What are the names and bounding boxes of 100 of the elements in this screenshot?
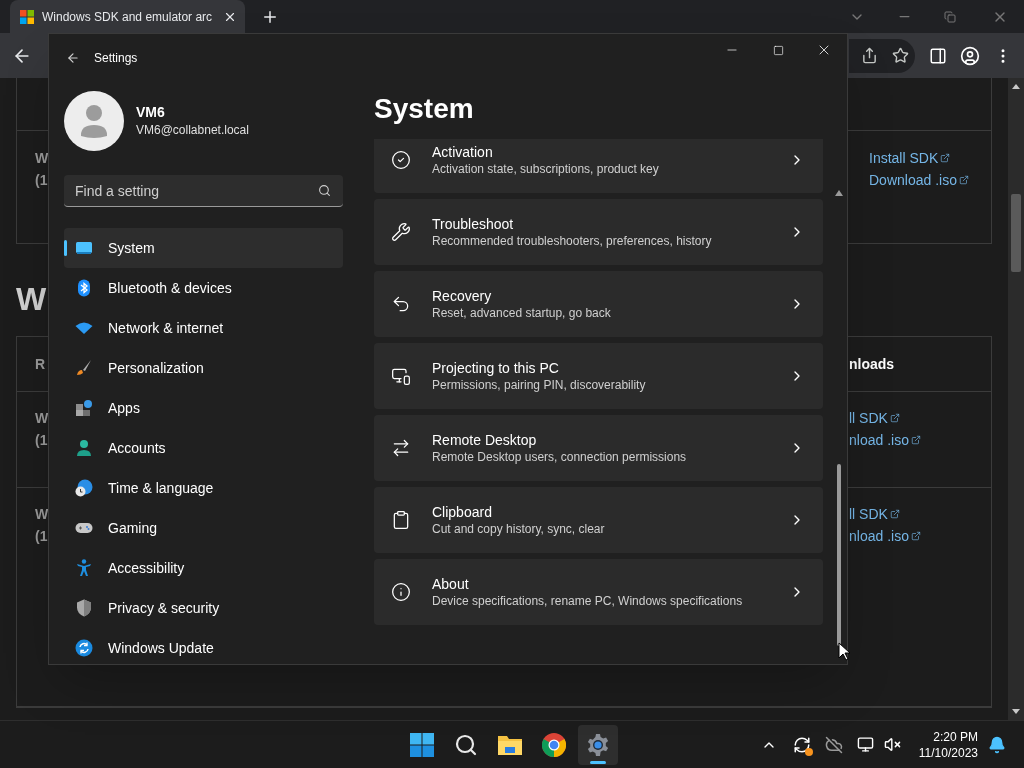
monitor-icon <box>75 239 93 257</box>
mouse-cursor-icon <box>838 642 850 661</box>
card-title: Troubleshoot <box>432 214 514 233</box>
browser-tab[interactable]: Windows SDK and emulator arc <box>10 0 245 33</box>
new-tab-icon[interactable] <box>261 8 279 26</box>
nav-item[interactable]: Time & language <box>64 468 343 508</box>
muted-speaker-icon[interactable] <box>883 736 901 753</box>
settings-card[interactable]: Projecting to this PC Permissions, pairing PIN, discoverability <box>374 343 823 409</box>
scroll-up-icon[interactable] <box>835 190 843 196</box>
accessibility-icon <box>75 559 93 577</box>
user-email: VM6@collabnet.local <box>136 122 249 139</box>
refresh-icon <box>75 639 93 657</box>
settings-card[interactable]: Troubleshoot Recommended troubleshooters, preferences, history <box>374 199 823 265</box>
table-cell-text: (1 <box>35 431 48 450</box>
card-title: Projecting to this PC <box>432 358 559 377</box>
notification-icon[interactable] <box>988 735 1006 754</box>
nav-item[interactable]: Network & internet <box>64 308 343 348</box>
clock[interactable]: 2:20 PM 11/10/2023 <box>918 728 978 761</box>
avatar-icon <box>64 91 124 151</box>
settings-card[interactable]: Recovery Reset, advanced startup, go back <box>374 271 823 337</box>
external-link[interactable]: nload .iso <box>849 525 921 547</box>
scrollbar-thumb[interactable] <box>837 464 841 646</box>
nav-item[interactable]: Apps <box>64 388 343 428</box>
column-header: R <box>35 354 46 374</box>
table-cell-text: W <box>35 409 49 428</box>
page-heading: System <box>374 92 474 126</box>
scrollbar[interactable] <box>836 190 842 646</box>
external-link[interactable]: ll SDK <box>849 503 900 525</box>
address-bar[interactable] <box>849 38 915 73</box>
nav-item[interactable]: System <box>64 228 343 268</box>
chrome-icon <box>542 732 566 757</box>
external-link-icon <box>958 175 969 185</box>
external-link[interactable]: Download .iso <box>869 169 969 191</box>
nav-item[interactable]: Privacy & security <box>64 588 343 628</box>
external-link-icon <box>910 435 921 445</box>
side-panel-icon[interactable] <box>929 46 947 65</box>
nav-item[interactable]: Bluetooth & devices <box>64 268 343 308</box>
globe-clock-icon <box>75 479 93 497</box>
settings-card[interactable]: Clipboard Cut and copy history, sync, clear <box>374 487 823 553</box>
search-field[interactable]: Find a setting <box>64 175 343 207</box>
paintbrush-icon <box>75 359 93 377</box>
external-link[interactable]: ll SDK <box>849 407 900 429</box>
back-icon[interactable] <box>66 51 80 65</box>
cloud-off-icon[interactable] <box>824 735 843 754</box>
search-icon[interactable] <box>318 184 331 197</box>
bluetooth-icon <box>75 279 93 297</box>
column-header: nloads <box>849 354 896 374</box>
maximize-icon <box>772 44 784 56</box>
scrollbar[interactable] <box>1008 78 1024 720</box>
table-cell-text: (1 <box>35 527 48 546</box>
sync-icon[interactable] <box>792 735 811 754</box>
card-title: Remote Desktop <box>432 430 537 449</box>
nav-item[interactable]: Personalization <box>64 348 343 388</box>
windows-logo-icon <box>410 732 434 757</box>
person-icon <box>75 439 93 457</box>
card-title: Recovery <box>432 286 492 305</box>
nav-item[interactable]: Accounts <box>64 428 343 468</box>
nav-item[interactable]: Windows Update <box>64 628 343 664</box>
wrench-icon <box>391 222 411 242</box>
gear-icon <box>586 732 610 757</box>
check-circle-icon <box>391 150 411 170</box>
settings-card[interactable]: Remote Desktop Remote Desktop users, connection permissions <box>374 415 823 481</box>
arrows-icon <box>391 438 411 458</box>
apps-icon <box>75 399 93 417</box>
card-title: About <box>432 574 469 593</box>
settings-card[interactable]: Activation Activation state, subscriptions, product key <box>374 139 823 193</box>
external-link-icon <box>889 509 900 519</box>
share-icon[interactable] <box>861 47 878 64</box>
table-cell-text: W <box>35 505 49 524</box>
taskbar-app[interactable] <box>578 724 618 765</box>
scroll-down-icon[interactable] <box>1012 709 1020 714</box>
scrollbar-thumb[interactable] <box>1011 194 1021 272</box>
devices-icon <box>391 366 411 386</box>
external-link-icon <box>940 153 951 163</box>
star-icon[interactable] <box>892 47 909 64</box>
scroll-up-icon[interactable] <box>1012 84 1020 89</box>
card-description: Recommended troubleshooters, preferences, history <box>432 232 712 250</box>
undo-arrow-icon <box>391 294 411 314</box>
card-description: Permissions, pairing PIN, discoverability <box>432 376 646 394</box>
section-heading: W <box>16 280 47 319</box>
table-cell-text: (1 <box>35 171 48 190</box>
external-link[interactable]: nload .iso <box>849 429 921 451</box>
card-title: Activation <box>432 142 493 161</box>
tab-title: Windows SDK and emulator arc <box>42 8 214 26</box>
shield-icon <box>75 599 93 617</box>
window-title: Settings <box>94 50 138 67</box>
search-icon <box>454 732 478 757</box>
network-icon[interactable] <box>856 736 874 753</box>
card-description: Reset, advanced startup, go back <box>432 304 611 322</box>
profile-icon[interactable] <box>960 45 980 66</box>
restore-icon[interactable] <box>944 10 956 23</box>
clipboard-icon <box>391 510 411 530</box>
nav-item[interactable]: Gaming <box>64 508 343 548</box>
external-link-icon <box>910 531 921 541</box>
card-description: Activation state, subscriptions, product key <box>432 160 659 178</box>
nav-item[interactable]: Accessibility <box>64 548 343 588</box>
settings-card[interactable]: About Device specifications, rename PC, Windows specifications <box>374 559 823 625</box>
card-description: Device specifications, rename PC, Windows specifications <box>432 592 743 610</box>
info-icon <box>391 582 411 602</box>
external-link[interactable]: Install SDK <box>869 147 951 169</box>
